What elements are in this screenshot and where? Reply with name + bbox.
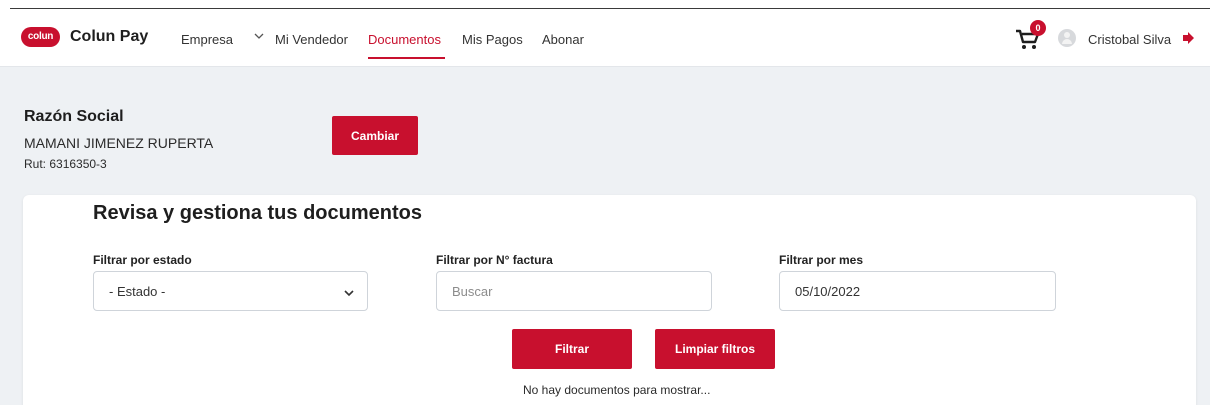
filter-button[interactable]: Filtrar [512,329,632,369]
user-avatar-icon[interactable] [1058,29,1076,47]
documents-title: Revisa y gestiona tus documentos [93,202,422,224]
cart-count-badge: 0 [1030,20,1046,36]
status-select[interactable]: - Estado - [93,271,368,311]
logout-icon[interactable] [1182,31,1196,45]
brand-name[interactable]: Colun Pay [70,28,148,46]
nav-item-mis-pagos[interactable]: Mis Pagos [462,32,523,47]
active-nav-indicator [368,57,445,59]
change-company-button[interactable]: Cambiar [332,116,418,155]
top-border [0,0,1210,9]
company-title: Razón Social [24,108,124,125]
clear-filters-button[interactable]: Limpiar filtros [655,329,775,369]
empty-documents-message: No hay documentos para mostrar... [523,383,711,397]
nav-item-abonar[interactable]: Abonar [542,32,584,47]
company-rut: Rut: 6316350-3 [24,157,107,171]
top-navbar: colun Colun Pay Empresa Mi Vendedor Docu… [0,9,1210,67]
nav-item-documentos[interactable]: Documentos [368,32,441,47]
company-name: MAMANI JIMENEZ RUPERTA [24,135,214,151]
nav-item-empresa[interactable]: Empresa [181,32,233,47]
month-date-input[interactable] [779,271,1056,311]
filter-invoice-label: Filtrar por N° factura [436,253,553,267]
filter-month-label: Filtrar por mes [779,253,864,267]
nav-item-mi-vendedor[interactable]: Mi Vendedor [275,32,348,47]
chevron-down-icon[interactable] [253,30,265,42]
status-select-value: - Estado - [109,284,166,299]
user-name[interactable]: Cristobal Silva [1088,32,1171,47]
filter-status-label: Filtrar por estado [93,253,192,267]
colun-logo[interactable]: colun [21,27,60,47]
chevron-down-icon [344,290,354,297]
invoice-search-input[interactable] [436,271,712,311]
